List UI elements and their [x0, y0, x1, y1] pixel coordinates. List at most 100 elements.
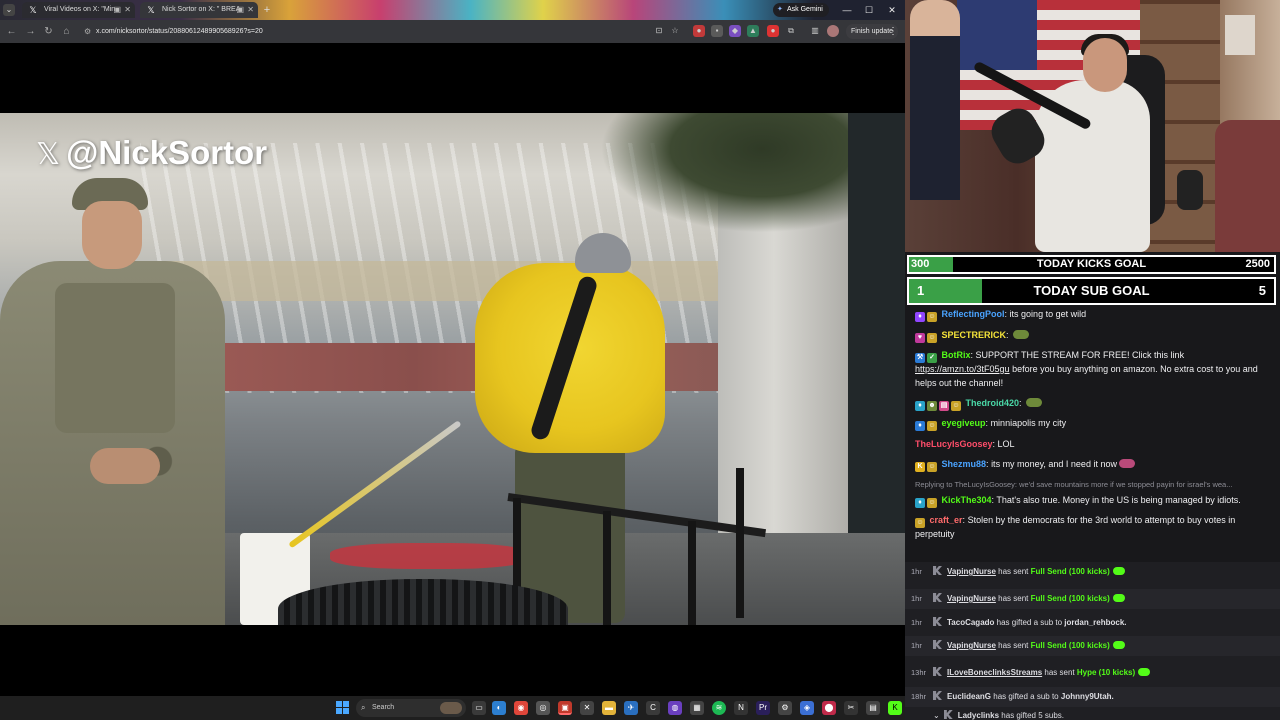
chevron-down-icon[interactable]: ⌄ [933, 711, 940, 720]
chat-username[interactable]: eyegiveup [942, 418, 986, 428]
tab-nick-sortor[interactable]: 𝕏 Nick Sortor on X: " BREA ▣ ✕ [140, 2, 258, 18]
premiere-icon[interactable]: Pr [756, 701, 770, 715]
close-window-button[interactable]: ✕ [881, 0, 903, 20]
event-user[interactable]: VapingNurse [947, 641, 996, 650]
chat-username[interactable]: craft_er [930, 515, 963, 525]
sub-goal-target: 5 [1258, 283, 1266, 298]
event-target[interactable]: jordan_rehbock. [1064, 618, 1126, 627]
cardboard-cutout [910, 0, 960, 200]
reply-reference[interactable]: Replying to TheLucyIsGoosey: we'd save m… [915, 478, 1270, 492]
event-user[interactable]: TacoCagado [947, 618, 994, 627]
laughing-emote-icon [1118, 458, 1135, 468]
taskbar-search[interactable]: ⌕ Search [356, 699, 466, 717]
streamer-head [1083, 38, 1127, 92]
app-icon[interactable]: ✕ [580, 701, 594, 715]
extension-icon[interactable]: ◆ [729, 25, 741, 37]
chat-username[interactable]: Shezmu88 [942, 459, 987, 469]
minimize-button[interactable]: — [836, 0, 858, 20]
kick-app-icon[interactable]: K [888, 701, 902, 715]
home-button[interactable]: ⌂ [60, 25, 73, 38]
badge-icon: ☻ [927, 400, 937, 411]
event-user[interactable]: Ladyclinks [958, 711, 999, 720]
bookmark-star-icon[interactable]: ☆ [669, 25, 681, 37]
map-pin-icon[interactable]: ⬤ [822, 701, 836, 715]
file-explorer-icon[interactable]: ▬ [602, 701, 616, 715]
extension-icon[interactable]: ▲ [747, 25, 759, 37]
back-button[interactable]: ← [5, 25, 18, 38]
emote-badge-icon: ☺ [927, 312, 937, 322]
app-icon[interactable]: ◎ [536, 701, 550, 715]
chat-text: minniapolis my city [990, 418, 1067, 428]
chat-log: ♦ ☺ ReflectingPool: its going to get wild… [905, 308, 1280, 552]
chat-username[interactable]: ReflectingPool [942, 309, 1005, 319]
chat-username[interactable]: TheLucyIsGoosey [915, 439, 993, 449]
app-icon[interactable]: ▦ [690, 701, 704, 715]
couch [1215, 120, 1280, 252]
app-icon[interactable]: ⚙ [778, 701, 792, 715]
extension-icon[interactable]: ● [693, 25, 705, 37]
spotify-icon[interactable]: ≋ [712, 701, 726, 715]
event-user[interactable]: ILoveBoneclinksStreams [947, 668, 1042, 677]
tab-search-button[interactable]: ⌄ [3, 4, 15, 16]
speaker-icon[interactable]: ▣ [113, 2, 121, 18]
bot-badge-icon: ⚒ [915, 353, 925, 363]
site-info-icon[interactable]: ⚙ [84, 23, 91, 40]
ask-gemini-button[interactable]: ✦ Ask Gemini [773, 3, 829, 17]
chat-message: ♥ ☺ SPECTRERICK: [915, 329, 1270, 343]
emote-badge-icon: ☺ [915, 518, 925, 528]
forward-button[interactable]: → [24, 25, 37, 38]
speaker-icon[interactable]: ▣ [236, 2, 244, 18]
app-icon[interactable]: ◈ [800, 701, 814, 715]
maximize-button[interactable]: ☐ [858, 0, 880, 20]
chat-username[interactable]: SPECTRERICK [942, 330, 1007, 340]
kick-icon [933, 640, 942, 649]
start-button[interactable] [336, 701, 350, 715]
app-icon[interactable]: ◍ [668, 701, 682, 715]
video-player[interactable]: 𝕏 @NickSortor [0, 113, 905, 625]
extension-icon[interactable]: ● [767, 25, 779, 37]
event-user[interactable]: EuclideanG [947, 692, 991, 701]
obs-icon[interactable]: ▣ [558, 701, 572, 715]
chat-username[interactable]: Thedroid420 [966, 398, 1020, 408]
tab-viral-videos[interactable]: 𝕏 Viral Videos on X: "Min ▣ ✕ [22, 2, 135, 18]
app-icon[interactable]: C [646, 701, 660, 715]
search-icon: ⌕ [361, 703, 366, 712]
event-action: has gifted a sub to [996, 618, 1063, 627]
subscriber-badge-icon: ♦ [915, 312, 925, 322]
chrome-icon[interactable]: ◉ [514, 701, 528, 715]
sidebar-icon[interactable]: ▥ [809, 25, 821, 37]
chat-username[interactable]: KickThe304 [942, 495, 992, 505]
extensions-puzzle-icon[interactable]: ⧉ [785, 25, 797, 37]
app-icon[interactable]: N [734, 701, 748, 715]
task-view-icon[interactable]: ▭ [472, 701, 486, 715]
snipping-tool-icon[interactable]: ✂ [844, 701, 858, 715]
profile-avatar[interactable] [827, 25, 839, 37]
kicks-goal-title: TODAY KICKS GOAL [1036, 258, 1147, 270]
app-icon[interactable]: ✈ [624, 701, 638, 715]
sub-goal-bar: 1 TODAY SUB GOAL 5 [907, 277, 1276, 305]
event-row: ⌄ Ladyclinks has gifted 5 subs. [905, 706, 1280, 720]
webcam-feed [905, 0, 1280, 252]
reload-button[interactable]: ↻ [42, 25, 55, 38]
more-menu-icon[interactable]: ⋮ [888, 24, 898, 39]
event-user[interactable]: VapingNurse [947, 567, 996, 576]
chat-username[interactable]: BotRix [942, 350, 971, 360]
kick-icon [933, 566, 942, 575]
event-row: 1hr VapingNurse has sent Full Send (100 k… [905, 636, 1280, 656]
emote-badge-icon: ☺ [927, 332, 937, 343]
chat-link[interactable]: https://amzn.to/3tF05gu [915, 364, 1010, 374]
screen-share-icon[interactable]: ⊡ [653, 25, 665, 37]
kick-icon [933, 667, 942, 676]
close-icon[interactable]: ✕ [124, 2, 131, 18]
tab-strip: ⌄ 𝕏 Viral Videos on X: "Min ▣ ✕ 𝕏 Nick S… [0, 0, 905, 20]
event-time: 13hr [911, 668, 927, 677]
app-icon[interactable]: ▤ [866, 701, 880, 715]
event-user[interactable]: VapingNurse [947, 594, 996, 603]
event-target[interactable]: Johnny9Utah. [1061, 692, 1114, 701]
close-icon[interactable]: ✕ [247, 2, 254, 18]
ask-gemini-label: Ask Gemini [787, 6, 823, 13]
address-bar[interactable]: ⚙ x.com/nicksortor/status/20880612489905… [78, 23, 643, 40]
extension-icon[interactable]: ▪ [711, 25, 723, 37]
edge-icon[interactable]: ◐ [492, 701, 506, 715]
new-tab-button[interactable]: + [260, 2, 274, 18]
